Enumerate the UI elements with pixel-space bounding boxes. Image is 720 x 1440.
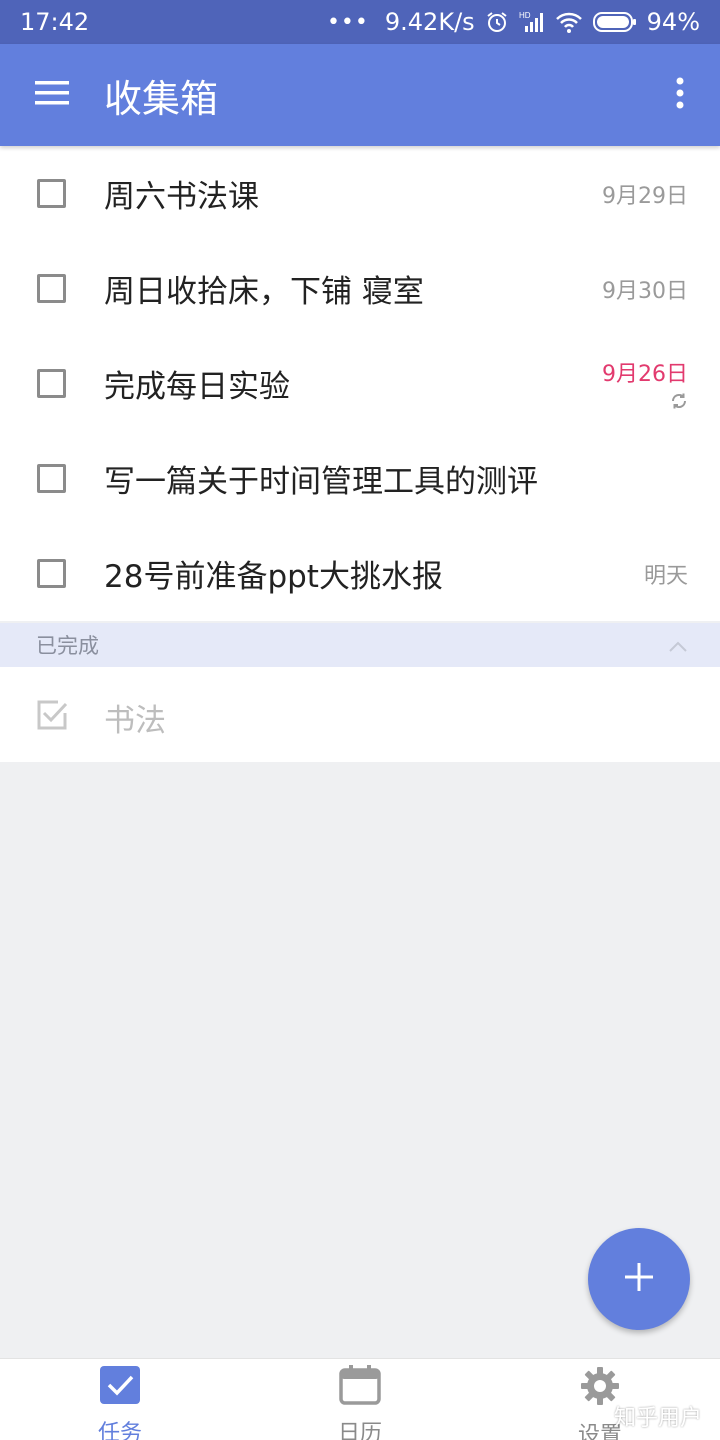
more-options-button[interactable]: [640, 44, 720, 146]
task-title: 写一篇关于时间管理工具的测评: [104, 464, 538, 500]
nav-item-calendar[interactable]: 日历: [240, 1359, 480, 1440]
task-row[interactable]: 周六书法课 9月29日: [0, 146, 720, 241]
task-checkbox[interactable]: [37, 369, 66, 398]
add-task-button[interactable]: [588, 1228, 690, 1330]
more-vert-icon: [676, 77, 684, 113]
status-time: 17:42: [20, 8, 90, 36]
task-title: 周六书法课: [104, 179, 259, 215]
plus-icon: [623, 1261, 655, 1297]
signal-hd-icon: HD: [519, 10, 545, 34]
task-date: 9月29日: [602, 183, 688, 209]
status-right-group: ••• 9.42K/s HD 94%: [327, 8, 700, 36]
status-bar: 17:42 ••• 9.42K/s HD 94%: [0, 0, 720, 44]
completed-section-header[interactable]: 已完成: [0, 623, 720, 667]
chevron-up-icon[interactable]: [668, 635, 688, 659]
task-date-overdue: 9月26日: [602, 362, 688, 387]
page-title: 收集箱: [104, 76, 219, 121]
task-date: 明天: [643, 563, 688, 589]
network-speed: 9.42K/s: [384, 8, 475, 36]
task-title: 完成每日实验: [104, 369, 290, 405]
task-list: 周六书法课 9月29日 周日收拾床，下铺 寝室 9月30日 完成每日实验 9月2…: [0, 146, 720, 621]
svg-text:HD: HD: [519, 11, 531, 20]
completed-task-title: 书法: [104, 703, 166, 739]
hamburger-menu-icon: [35, 80, 69, 110]
calendar-icon: [339, 1365, 381, 1409]
watermark: 知乎用户: [613, 1406, 702, 1431]
bottom-nav: 任务 日历 设置: [0, 1358, 720, 1440]
task-date: 9月30日: [602, 278, 688, 304]
task-checkbox[interactable]: [37, 179, 66, 208]
nav-label-tasks: 任务: [97, 1421, 142, 1440]
wifi-icon: [555, 10, 583, 34]
task-title: 周日收拾床，下铺 寝室: [104, 274, 424, 310]
task-checkbox[interactable]: [37, 274, 66, 303]
nav-item-tasks[interactable]: 任务: [0, 1359, 240, 1440]
task-row[interactable]: 周日收拾床，下铺 寝室 9月30日: [0, 241, 720, 336]
task-checkbox[interactable]: [37, 464, 66, 493]
task-title: 28号前准备ppt大挑水报: [104, 559, 443, 595]
battery-percent: 94%: [646, 8, 700, 36]
checked-checkbox-icon[interactable]: [36, 699, 68, 735]
nav-label-calendar: 日历: [337, 1421, 382, 1440]
alarm-icon: [485, 10, 509, 34]
completed-section-label: 已完成: [36, 634, 99, 658]
battery-icon: [592, 11, 637, 33]
menu-button[interactable]: [0, 44, 104, 146]
app-bar: 收集箱: [0, 44, 720, 146]
task-check-icon: [99, 1365, 141, 1409]
task-row[interactable]: 写一篇关于时间管理工具的测评: [0, 431, 720, 526]
task-checkbox[interactable]: [37, 559, 66, 588]
task-row[interactable]: 28号前准备ppt大挑水报 明天: [0, 526, 720, 621]
notification-dots: •••: [326, 9, 369, 35]
repeat-icon: [670, 392, 688, 414]
completed-task-row[interactable]: 书法: [0, 667, 720, 762]
task-row[interactable]: 完成每日实验 9月26日: [0, 336, 720, 431]
